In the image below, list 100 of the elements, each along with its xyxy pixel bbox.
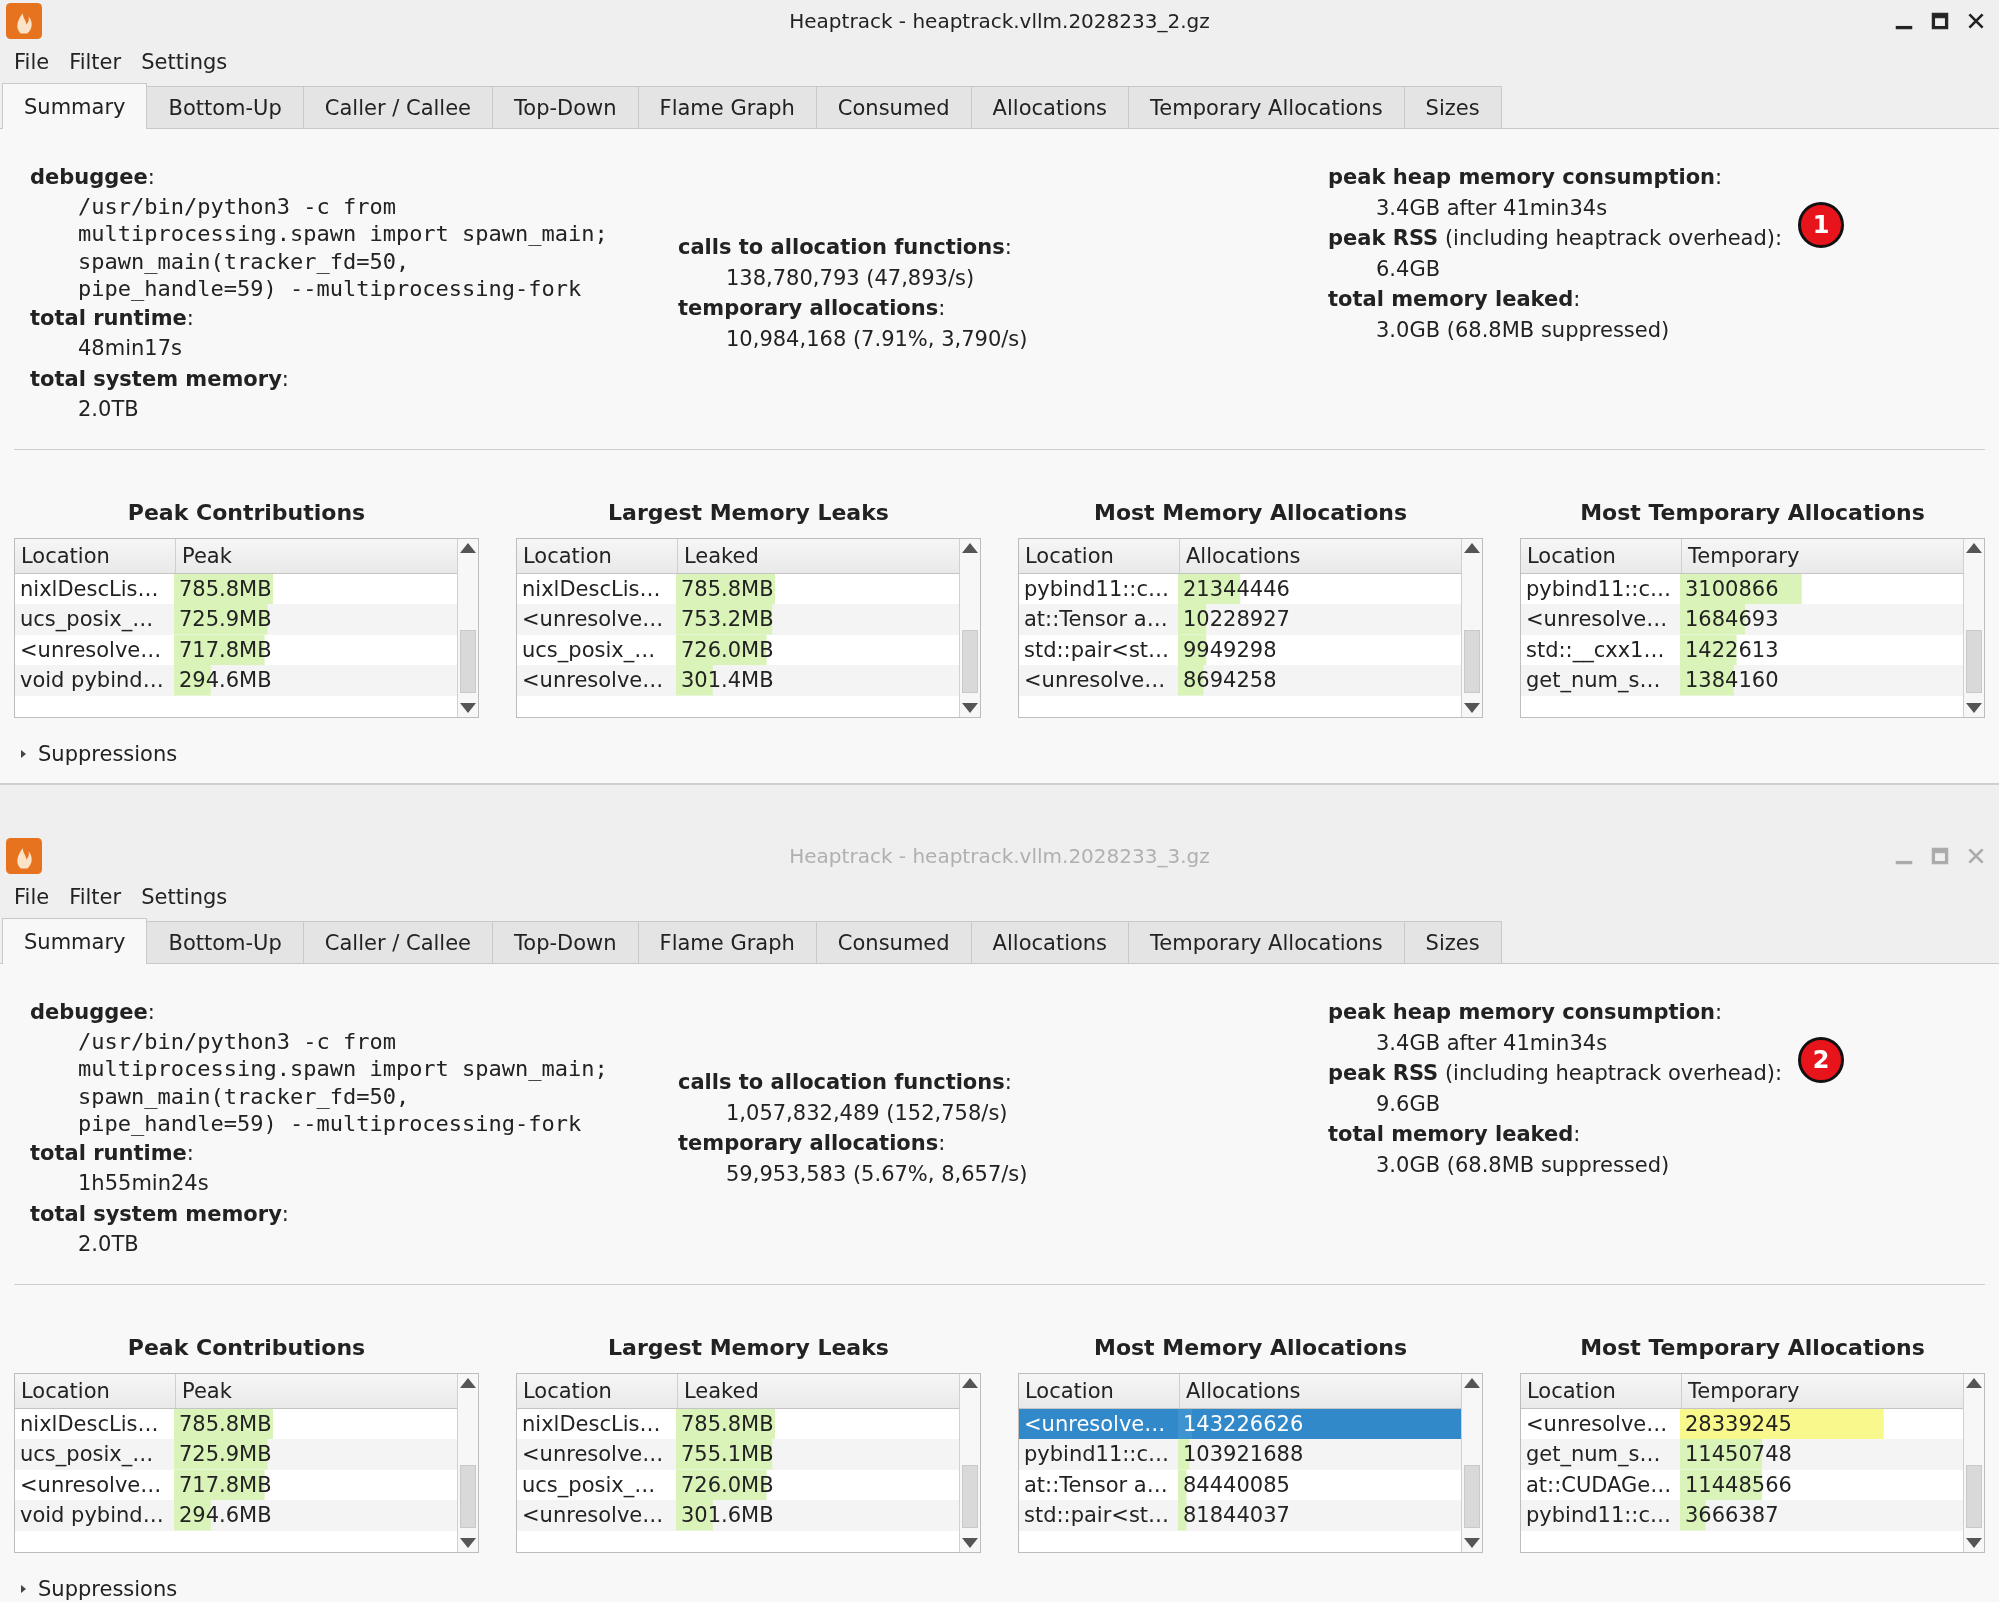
tab[interactable]: Flame Graph	[637, 921, 817, 963]
tab[interactable]: Top-Down	[492, 921, 639, 963]
column-header[interactable]: Peak	[176, 538, 238, 573]
value-cell-text: 1384160	[1684, 667, 1779, 694]
column-header[interactable]: Location	[517, 538, 678, 573]
tab[interactable]: Consumed	[815, 86, 972, 128]
location-cell-text: at::CUDAGe…	[1525, 1471, 1673, 1499]
column-header[interactable]: Leaked	[678, 1373, 765, 1408]
field-value: 1,057,832,489 (152,758/s)	[725, 1099, 1009, 1127]
tab[interactable]: Bottom-Up	[146, 921, 304, 963]
field-value: 2.0TB	[77, 1231, 140, 1258]
value-cell-text: 294.6MB	[178, 667, 272, 694]
tab[interactable]: Summary	[2, 83, 148, 129]
flame-app-icon	[6, 3, 42, 39]
table-row[interactable]: ucs_posix_… 725.9MB	[15, 604, 457, 635]
column-header[interactable]: Temporary	[1682, 1373, 1806, 1408]
table-row[interactable]: <unresolve… 755.1MB	[517, 1439, 959, 1470]
table-row[interactable]: <unresolve… 753.2MB	[517, 604, 959, 635]
number-badge: 2	[1798, 1037, 1844, 1083]
menu-item[interactable]: File	[4, 881, 60, 913]
location-cell-text: void pybind…	[19, 1502, 165, 1529]
value-cell-text: 725.9MB	[178, 606, 272, 633]
table-row[interactable]: pybind11::c… 3666387	[1521, 1500, 1963, 1531]
column-header[interactable]: Location	[1521, 538, 1682, 573]
tab[interactable]: Summary	[2, 918, 148, 964]
location-cell-text: <unresolve…	[521, 606, 665, 633]
field-label: total system memory:	[30, 1200, 289, 1228]
tab[interactable]: Sizes	[1403, 921, 1502, 963]
menu-item[interactable]: Settings	[131, 46, 238, 78]
scrollbar[interactable]	[1461, 1373, 1482, 1552]
scrollbar[interactable]	[1963, 1373, 1984, 1552]
scrollbar[interactable]	[1461, 538, 1482, 717]
maximize-icon[interactable]	[1929, 10, 1951, 32]
value-cell-text: 1422613	[1684, 636, 1779, 664]
command-line-text: /usr/bin/python3 -c from	[77, 1027, 397, 1055]
field-value: 3.0GB (68.8MB suppressed)	[1375, 1151, 1671, 1179]
tab[interactable]: Caller / Callee	[302, 86, 494, 128]
column-header[interactable]: Location	[1521, 1373, 1682, 1408]
scrollbar[interactable]	[457, 538, 478, 717]
tab[interactable]: Bottom-Up	[146, 86, 304, 128]
column-header[interactable]: Location	[15, 1373, 176, 1408]
column-header[interactable]: Allocations	[1180, 1373, 1307, 1408]
location-cell-text: std::pair<st…	[1023, 636, 1171, 664]
tab[interactable]: Temporary Allocations	[1128, 921, 1405, 963]
menu-item[interactable]: Filter	[59, 881, 132, 913]
location-cell-text: <unresolve…	[1023, 667, 1167, 694]
field-value: 1h55min24s	[77, 1170, 210, 1197]
tab[interactable]: Temporary Allocations	[1128, 86, 1405, 128]
tab[interactable]: Top-Down	[492, 86, 639, 128]
table-row[interactable]: at::Tensor a… 10228927	[1019, 604, 1461, 635]
scrollbar[interactable]	[959, 538, 980, 717]
command-line-text: pipe_handle=59) --multiprocessing-fork	[77, 275, 583, 303]
value-cell-text: 726.0MB	[680, 1471, 774, 1499]
suppressions-expander[interactable]: Suppressions	[14, 741, 178, 766]
table-row[interactable]: pybind11::c… 103921688	[1019, 1439, 1461, 1470]
tab[interactable]: Consumed	[815, 921, 972, 963]
location-cell-text: get_num_s…	[1525, 1441, 1662, 1469]
field-value: 2.0TB	[77, 396, 140, 423]
suppressions-expander[interactable]: Suppressions	[14, 1576, 178, 1601]
table-row[interactable]: get_num_s… 11450748	[1521, 1439, 1963, 1470]
tab[interactable]: Allocations	[970, 86, 1130, 128]
column-header[interactable]: Allocations	[1180, 538, 1307, 573]
tab[interactable]: Allocations	[970, 921, 1130, 963]
table-row[interactable]: <unresolve… 1684693	[1521, 604, 1963, 635]
table-row[interactable]: <unresolve… 8694258	[1019, 665, 1461, 696]
column-header[interactable]: Location	[1019, 1373, 1180, 1408]
table-row[interactable]: ucs_posix_… 725.9MB	[15, 1439, 457, 1470]
table-row[interactable]: void pybind… 294.6MB	[15, 665, 457, 696]
table-row[interactable]: <unresolve… 301.6MB	[517, 1500, 959, 1531]
table-row[interactable]: std::pair<st… 81844037	[1019, 1500, 1461, 1531]
field-label: peak heap memory consumption:	[1328, 999, 1723, 1026]
value-cell-text: 21344446	[1182, 575, 1290, 603]
scrollbar[interactable]	[1963, 538, 1984, 717]
menu-item[interactable]: Filter	[59, 46, 132, 78]
tab[interactable]: Caller / Callee	[302, 921, 494, 963]
flame-app-icon	[6, 838, 42, 874]
table-row[interactable]: void pybind… 294.6MB	[15, 1500, 457, 1531]
location-cell-text: std::pair<st…	[1023, 1502, 1171, 1529]
column-header[interactable]: Location	[517, 1373, 678, 1408]
location-cell-text: <unresolve…	[521, 1441, 665, 1468]
location-cell-text: pybind11::c…	[1023, 1441, 1170, 1468]
scrollbar[interactable]	[457, 1373, 478, 1552]
tab[interactable]: Flame Graph	[637, 86, 817, 128]
menu-item[interactable]: Settings	[131, 881, 238, 913]
value-cell-text: 3100866	[1684, 575, 1779, 603]
location-cell-text: <unresolve…	[521, 1502, 665, 1529]
table-row[interactable]: <unresolve… 143226626	[1019, 1408, 1461, 1439]
column-header[interactable]: Peak	[176, 1373, 238, 1408]
table-row[interactable]: get_num_s… 1384160	[1521, 665, 1963, 696]
table-row[interactable]: <unresolve… 301.4MB	[517, 665, 959, 696]
value-cell-text: 755.1MB	[680, 1441, 774, 1468]
column-header[interactable]: Location	[15, 538, 176, 573]
column-header[interactable]: Temporary	[1682, 538, 1806, 573]
location-cell-text: nixlDescLis…	[19, 1410, 160, 1438]
column-header[interactable]: Location	[1019, 538, 1180, 573]
column-header[interactable]: Leaked	[678, 538, 765, 573]
menu-item[interactable]: File	[4, 46, 60, 78]
field-value: 48min17s	[77, 335, 183, 362]
tab[interactable]: Sizes	[1403, 86, 1502, 128]
scrollbar[interactable]	[959, 1373, 980, 1552]
